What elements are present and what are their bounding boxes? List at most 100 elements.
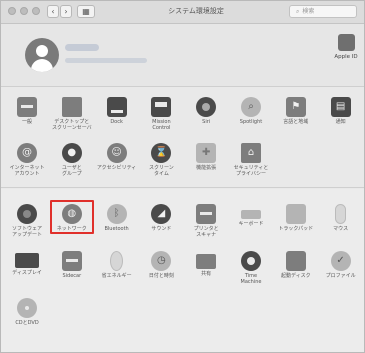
pref-pane-cddvd[interactable]: CDとDVD (5, 298, 49, 326)
house-lock-icon: ⌂ (241, 143, 261, 163)
pref-pane-bluetooth[interactable]: ᛒ Bluetooth (95, 204, 139, 232)
lightbulb-icon (110, 251, 124, 271)
pref-pane-datetime[interactable]: ◷ 日付と時刻 (139, 251, 183, 279)
trackpad-icon (285, 204, 306, 224)
show-all-button[interactable]: ▦ (77, 5, 95, 18)
pref-pane-timemachine[interactable]: Time Machine (229, 251, 273, 285)
general-icon (17, 97, 37, 117)
pref-pane-sound[interactable]: ◢ サウンド (139, 204, 183, 232)
title-bar: ‹ › ▦ システム環境設定 ⌕ 検索 (1, 1, 364, 24)
cd-dvd-icon (17, 298, 37, 318)
apple-id-button[interactable]: Apple ID (331, 34, 361, 60)
pref-pane-desktop[interactable]: デスクトップと スクリーンセーバ (50, 97, 94, 131)
pref-pane-printers[interactable]: プリンタと スキャナ (184, 204, 228, 238)
pref-pane-label: Mission Control (152, 119, 171, 131)
pref-pane-screentime[interactable]: ⌛ スクリーン タイム (139, 143, 183, 177)
pref-pane-sharing[interactable]: 共有 (184, 251, 228, 277)
apple-icon (337, 34, 355, 51)
pref-pane-software[interactable]: ソフトウェア アップデート (5, 204, 49, 238)
pref-pane-mission[interactable]: Mission Control (139, 97, 183, 131)
pref-pane-security[interactable]: ⌂ セキュリティと プライバシー (229, 143, 273, 177)
pref-pane-label: 日付と時刻 (148, 273, 174, 279)
pref-pane-label: Sidecar (62, 273, 82, 279)
pref-pane-accessibility[interactable]: ☺ アクセシビリティ (95, 143, 139, 171)
apple-id-label: Apple ID (334, 54, 358, 60)
pref-pane-label: プロファイル (325, 273, 356, 279)
back-button[interactable]: ‹ (47, 5, 59, 18)
pref-pane-profiles[interactable]: ✓ プロファイル (319, 251, 363, 279)
badge-check-icon: ✓ (330, 251, 351, 271)
pref-pane-label: Spotlight (239, 119, 263, 125)
pref-pane-label: プリンタと スキャナ (193, 226, 219, 238)
keyboard-icon (241, 210, 261, 219)
accessibility-icon: ☺ (106, 143, 127, 163)
window-title: システム環境設定 (168, 7, 224, 15)
pref-pane-label: スクリーン タイム (149, 165, 174, 177)
pref-pane-extensions[interactable]: ✚ 機能拡張 (184, 143, 228, 171)
flag-icon: ⚑ (285, 97, 306, 117)
dock-icon (106, 97, 127, 117)
pref-pane-displays[interactable]: ディスプレイ (5, 251, 49, 276)
pref-pane-label: Time Machine (240, 273, 262, 285)
pref-pane-energy[interactable]: 省エネルギー (95, 251, 139, 279)
sidecar-icon (61, 251, 82, 271)
hourglass-icon: ⌛ (151, 143, 172, 163)
pref-pane-users[interactable]: ● ユーザと グループ (50, 143, 94, 177)
pref-pane-siri[interactable]: Siri (184, 97, 228, 125)
siri-icon (196, 97, 217, 117)
pref-pane-label: 言語と地域 (283, 119, 309, 125)
display-icon (15, 253, 39, 268)
avatar[interactable] (25, 38, 59, 72)
pref-pane-language[interactable]: ⚑ 言語と地域 (274, 97, 318, 125)
pref-pane-label: 一般 (21, 119, 32, 125)
pref-pane-trackpad[interactable]: トラックパッド (274, 204, 318, 232)
pref-pane-internet[interactable]: @ インターネット アカウント (5, 143, 49, 177)
speaker-icon: ◢ (151, 204, 172, 224)
pref-pane-label: 通知 (335, 119, 346, 125)
user-subtitle-blurred (65, 58, 147, 63)
printer-icon (196, 204, 217, 224)
time-machine-icon (241, 251, 261, 271)
pref-pane-dock[interactable]: Dock (95, 97, 139, 125)
account-section: Apple ID (1, 24, 364, 87)
pref-pane-mouse[interactable]: マウス (319, 204, 363, 232)
spotlight-icon: ⌕ (241, 97, 261, 117)
pref-pane-label: ソフトウェア アップデート (11, 226, 42, 238)
pref-pane-label: CDとDVD (15, 320, 39, 326)
pref-pane-label: アクセシビリティ (96, 165, 137, 171)
pref-pane-startup[interactable]: 起動ディスク (274, 251, 318, 279)
pref-pane-label: トラックパッド (278, 226, 314, 232)
pref-pane-label: マウス (333, 226, 349, 232)
zoom-window-button[interactable] (32, 7, 40, 15)
mouse-icon (335, 204, 347, 224)
pref-pane-label: Bluetooth (104, 226, 129, 232)
pref-pane-label: デスクトップと スクリーンセーバ (51, 119, 92, 131)
mission-control-icon (151, 97, 172, 117)
at-icon: @ (17, 143, 37, 163)
pref-pane-label: ディスプレイ (12, 270, 42, 276)
system-preferences-window: ‹ › ▦ システム環境設定 ⌕ 検索 Apple ID 一般 デスクトップと スク… (0, 0, 365, 353)
globe-icon: ◍ (61, 204, 82, 224)
pref-pane-label: Siri (202, 119, 211, 125)
pref-pane-notifications[interactable]: ▤ 通知 (319, 97, 363, 125)
user-name-blurred (65, 44, 99, 51)
pref-pane-sidecar[interactable]: Sidecar (50, 251, 94, 279)
gear-icon (17, 204, 37, 224)
pref-pane-network[interactable]: ◍ ネットワーク (49, 200, 94, 234)
search-field[interactable]: ⌕ 検索 (289, 5, 357, 18)
forward-button[interactable]: › (60, 5, 72, 18)
pref-pane-keyboard[interactable]: キーボード (229, 204, 273, 227)
preferences-section-hardware: ソフトウェア アップデート ◍ ネットワーク ᛒ Bluetooth ◢ サウンド プリンタと… (1, 189, 364, 352)
disk-icon (285, 251, 306, 271)
pref-pane-label: 機能拡張 (196, 165, 217, 171)
search-icon: ⌕ (296, 8, 300, 15)
minimize-window-button[interactable] (20, 7, 28, 15)
pref-pane-spotlight[interactable]: ⌕ Spotlight (229, 97, 273, 125)
puzzle-icon: ✚ (196, 143, 217, 163)
close-window-button[interactable] (8, 7, 16, 15)
pref-pane-label: インターネット アカウント (9, 165, 45, 177)
pref-pane-general[interactable]: 一般 (5, 97, 49, 125)
search-placeholder: 検索 (302, 8, 315, 15)
users-icon: ● (61, 143, 82, 163)
pref-pane-label: ユーザと グループ (61, 165, 82, 177)
